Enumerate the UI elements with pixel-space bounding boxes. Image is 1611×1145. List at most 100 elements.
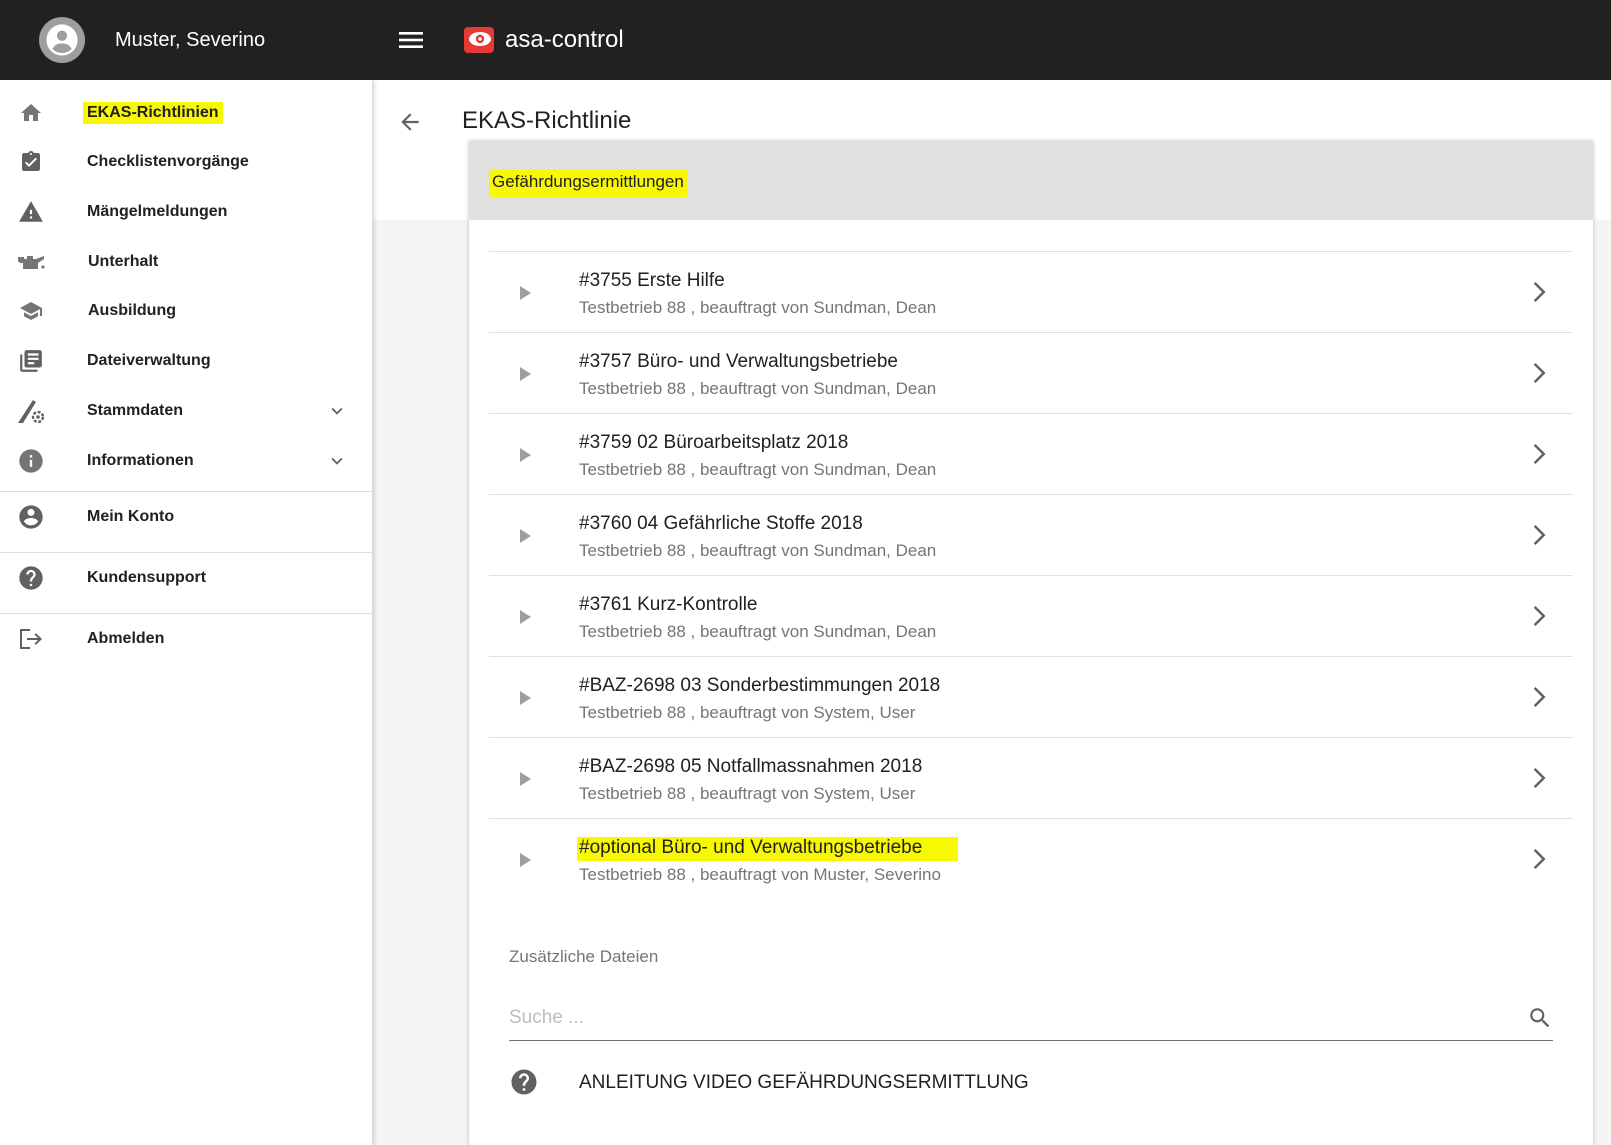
chevron-right-icon[interactable] bbox=[1523, 358, 1553, 388]
app-logo-icon bbox=[464, 27, 494, 53]
arrow-back-icon bbox=[401, 113, 419, 131]
list-item-title: #3759 02 Büroarbeitsplatz 2018 bbox=[579, 432, 849, 453]
card-header-title: Gefährdungsermittlungen bbox=[489, 170, 687, 197]
list-item[interactable]: #3755 Erste Hilfe Testbetrieb 88 , beauf… bbox=[489, 251, 1573, 332]
list-item-subtitle: Testbetrieb 88 , beauftragt von Sundman,… bbox=[579, 460, 937, 479]
sidebar-item-dateiverwaltung[interactable]: Dateiverwaltung bbox=[0, 338, 372, 384]
user-name: Muster, Severino bbox=[115, 28, 266, 51]
avatar[interactable] bbox=[39, 17, 85, 63]
sidebar-item-checklistenvorgaenge[interactable]: Checklistenvorgänge bbox=[0, 139, 372, 185]
chevron-right-icon[interactable] bbox=[1523, 520, 1553, 550]
help-icon bbox=[16, 564, 46, 592]
menu-button[interactable] bbox=[393, 22, 429, 58]
chevron-down-icon[interactable] bbox=[326, 400, 348, 422]
app-title: asa-control bbox=[505, 26, 624, 53]
sidebar-item-label: EKAS-Richtlinien bbox=[83, 102, 223, 124]
sidebar-item-label: Stammdaten bbox=[87, 402, 184, 419]
guideline-card: Gefährdungsermittlungen #3755 Erste Hilf… bbox=[469, 140, 1593, 1145]
back-button[interactable] bbox=[393, 105, 427, 139]
sidebar-item-unterhalt[interactable]: Unterhalt bbox=[0, 239, 372, 285]
sidebar-header: Muster, Severino bbox=[0, 0, 373, 80]
sidebar-item-kundensupport[interactable]: Kundensupport bbox=[0, 555, 372, 601]
play-arrow-icon bbox=[520, 691, 531, 705]
app-bar: asa-control bbox=[373, 0, 1611, 80]
search-input[interactable] bbox=[509, 1003, 1499, 1033]
sidebar-item-stammdaten[interactable]: Stammdaten bbox=[0, 388, 372, 434]
hamburger-icon bbox=[399, 32, 423, 48]
sidebar-item-maengelmeldungen[interactable]: Mängelmeldungen bbox=[0, 189, 372, 235]
sidebar-item-label: Unterhalt bbox=[88, 253, 159, 270]
chevron-right-icon[interactable] bbox=[1523, 277, 1553, 307]
list-item[interactable]: #BAZ-2698 03 Sonderbestimmungen 2018 Tes… bbox=[489, 656, 1573, 737]
additional-files-label: Zusätzliche Dateien bbox=[509, 947, 659, 966]
list-item[interactable]: #BAZ-2698 05 Notfallmassnahmen 2018 Test… bbox=[489, 737, 1573, 818]
list-item-subtitle: Testbetrieb 88 , beauftragt von Sundman,… bbox=[579, 379, 937, 398]
list-item-title: #3761 Kurz-Kontrolle bbox=[579, 594, 758, 615]
chevron-right-icon[interactable] bbox=[1523, 844, 1553, 874]
list-item-title: #3757 Büro- und Verwaltungsbetriebe bbox=[579, 351, 899, 372]
warning-icon bbox=[16, 198, 46, 226]
list-item[interactable]: #3757 Büro- und Verwaltungsbetriebe Test… bbox=[489, 332, 1573, 413]
home-icon bbox=[16, 99, 46, 127]
list-item-subtitle: Testbetrieb 88 , beauftragt von Sundman,… bbox=[579, 622, 937, 641]
clipboard-check-icon bbox=[16, 148, 46, 176]
list-item[interactable]: #optional Büro- und Verwaltungsbetriebe … bbox=[489, 818, 1573, 899]
list-item-title: #BAZ-2698 03 Sonderbestimmungen 2018 bbox=[579, 675, 941, 696]
help-icon bbox=[511, 1069, 537, 1095]
sidebar-item-label: Abmelden bbox=[87, 630, 165, 647]
list-item-subtitle: Testbetrieb 88 , beauftragt von System, … bbox=[579, 784, 916, 803]
info-icon bbox=[16, 447, 46, 475]
play-arrow-icon bbox=[520, 772, 531, 786]
sidebar-divider bbox=[0, 613, 372, 614]
video-guide-link[interactable]: ANLEITUNG VIDEO GEFÄHRDUNGSERMITTLUNG bbox=[509, 1065, 1553, 1101]
graduation-cap-icon bbox=[16, 297, 46, 325]
sidebar-item-ekas-richtlinien[interactable]: EKAS-Richtlinien bbox=[0, 90, 372, 136]
chevron-right-icon[interactable] bbox=[1523, 763, 1553, 793]
list-item-subtitle: Testbetrieb 88 , beauftragt von Muster, … bbox=[579, 865, 941, 884]
play-arrow-icon bbox=[520, 853, 531, 867]
play-arrow-icon bbox=[520, 286, 531, 300]
list-item[interactable]: #3761 Kurz-Kontrolle Testbetrieb 88 , be… bbox=[489, 575, 1573, 656]
sidebar-item-label: Mängelmeldungen bbox=[87, 203, 228, 220]
sidebar-item-label: Checklistenvorgänge bbox=[87, 153, 249, 170]
page-title: EKAS-Richtlinie bbox=[462, 107, 632, 134]
video-guide-label: ANLEITUNG VIDEO GEFÄHRDUNGSERMITTLUNG bbox=[579, 1072, 1029, 1093]
chevron-right-icon[interactable] bbox=[1523, 601, 1553, 631]
list-item[interactable]: #3759 02 Büroarbeitsplatz 2018 Testbetri… bbox=[489, 413, 1573, 494]
settings-tool-icon bbox=[16, 397, 46, 425]
account-circle-icon bbox=[46, 24, 78, 56]
card-header: Gefährdungsermittlungen bbox=[469, 140, 1593, 220]
chevron-right-icon[interactable] bbox=[1523, 682, 1553, 712]
sidebar-item-mein-konto[interactable]: Mein Konto bbox=[0, 494, 372, 540]
play-arrow-icon bbox=[520, 448, 531, 462]
play-arrow-icon bbox=[520, 610, 531, 624]
logout-icon bbox=[16, 625, 46, 653]
list-item-title: #3760 04 Gefährliche Stoffe 2018 bbox=[579, 513, 863, 534]
account-icon bbox=[16, 503, 46, 531]
sidebar-divider bbox=[0, 491, 372, 492]
sidebar-item-label: Mein Konto bbox=[87, 508, 175, 525]
search-icon[interactable] bbox=[1527, 1005, 1553, 1031]
chevron-right-icon[interactable] bbox=[1523, 439, 1553, 469]
list-item-subtitle: Testbetrieb 88 , beauftragt von Sundman,… bbox=[579, 298, 937, 317]
chevron-down-icon[interactable] bbox=[326, 450, 348, 472]
file-library-icon bbox=[16, 347, 46, 375]
sidebar-item-informationen[interactable]: Informationen bbox=[0, 438, 372, 484]
sidebar-item-label: Dateiverwaltung bbox=[87, 352, 211, 369]
play-arrow-icon bbox=[520, 529, 531, 543]
list-item-title: #BAZ-2698 05 Notfallmassnahmen 2018 bbox=[579, 756, 923, 777]
list-item-title: #3755 Erste Hilfe bbox=[579, 270, 725, 291]
sidebar-item-label: Informationen bbox=[87, 452, 194, 469]
list-item[interactable]: #3760 04 Gefährliche Stoffe 2018 Testbet… bbox=[489, 494, 1573, 575]
sidebar-item-label: Ausbildung bbox=[88, 302, 176, 319]
list-item-subtitle: Testbetrieb 88 , beauftragt von Sundman,… bbox=[579, 541, 937, 560]
sidebar-item-ausbildung[interactable]: Ausbildung bbox=[0, 288, 372, 334]
search-field bbox=[509, 995, 1553, 1041]
oil-can-icon bbox=[16, 248, 46, 276]
sidebar: EKAS-Richtlinien Checklistenvorgänge Män… bbox=[0, 80, 372, 1145]
list-item-subtitle: Testbetrieb 88 , beauftragt von System, … bbox=[579, 703, 916, 722]
play-arrow-icon bbox=[520, 367, 531, 381]
sidebar-item-label: Kundensupport bbox=[87, 569, 207, 586]
list-item-title: #optional Büro- und Verwaltungsbetriebe bbox=[577, 837, 959, 861]
sidebar-item-abmelden[interactable]: Abmelden bbox=[0, 616, 372, 662]
